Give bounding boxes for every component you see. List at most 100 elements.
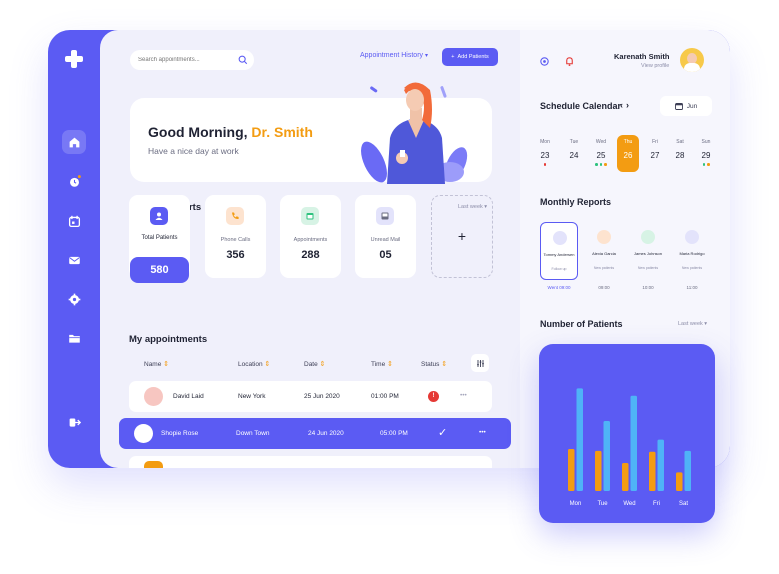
- sort-icon: ⇕: [319, 361, 326, 368]
- user-name: Karenath Smith: [614, 52, 670, 61]
- nav-folder[interactable]: [62, 326, 86, 350]
- nav-logout[interactable]: [62, 410, 86, 434]
- col-header-time[interactable]: Time ⇕: [371, 360, 393, 368]
- my-appointments-title: My appointments: [129, 334, 208, 345]
- card-value: 05: [379, 249, 392, 261]
- calendar-day[interactable]: Sun 29: [696, 139, 716, 166]
- patient-time: Went 09:00: [547, 285, 571, 290]
- doctor-illustration: [361, 82, 468, 184]
- table-row[interactable]: David Laid New York 25 Jun 2020 01:00 PM…: [129, 381, 492, 412]
- calendar-day[interactable]: Fri 27: [645, 139, 665, 166]
- col-header-date[interactable]: Date ⇕: [304, 360, 325, 368]
- chart-bar: [657, 439, 664, 491]
- nav-settings[interactable]: [62, 287, 86, 311]
- day-date: 24: [569, 151, 579, 160]
- chevron-right-icon[interactable]: ›: [626, 100, 632, 110]
- chevron-down-icon: ▾: [424, 53, 428, 59]
- row-date: 25 Jun 2020: [304, 393, 340, 400]
- bell-icon[interactable]: [564, 55, 575, 67]
- header-label: Name: [144, 361, 162, 368]
- table-row-partial[interactable]: [129, 456, 492, 468]
- patient-card[interactable]: James Johnson New patients: [629, 222, 667, 280]
- calendar-day[interactable]: Mon 23: [535, 139, 555, 166]
- header-label: Time: [371, 361, 386, 368]
- card-phone-calls[interactable]: Phone Calls 356: [205, 195, 266, 278]
- greeting-subtitle: Have a nice day at work: [148, 146, 239, 156]
- patient-card[interactable]: Alexia Garcia New patients: [585, 222, 623, 280]
- search-icon[interactable]: [238, 55, 248, 65]
- row-name: David Laid: [173, 393, 204, 400]
- card-total-patients[interactable]: Total Patients 580: [129, 195, 190, 283]
- add-report-card[interactable]: +: [431, 195, 493, 278]
- calendar-day-selected[interactable]: Thu 26: [617, 135, 639, 172]
- more-icon[interactable]: •••: [460, 392, 467, 399]
- gear-icon[interactable]: [539, 56, 550, 67]
- more-icon[interactable]: •••: [479, 429, 486, 436]
- card-value: 356: [226, 249, 245, 261]
- greeting-doctor-name: Dr. Smith: [251, 124, 313, 140]
- col-header-status[interactable]: Status ⇕: [421, 360, 447, 368]
- patient-card[interactable]: Tommy Andersen Follow up: [540, 222, 578, 280]
- chart-bar: [576, 388, 583, 491]
- plus-icon: +: [457, 228, 467, 244]
- appointment-history-label: Appointment History: [360, 52, 424, 59]
- day-name: Mon: [540, 139, 550, 145]
- nav-mail[interactable]: [62, 248, 86, 272]
- search-input[interactable]: [138, 54, 238, 66]
- day-date: 28: [675, 151, 685, 160]
- calendar-icon: [674, 103, 683, 110]
- nav-calendar[interactable]: [62, 209, 86, 233]
- home-icon: [69, 137, 79, 147]
- card-unread-mail[interactable]: Unread Mail 05: [355, 195, 416, 278]
- chart-tick-label: Fri: [653, 501, 660, 507]
- col-header-location[interactable]: Location ⇕: [238, 360, 270, 368]
- patient-time: 09:00: [598, 285, 610, 290]
- day-date: 29: [701, 151, 711, 160]
- avatar: [144, 387, 163, 406]
- avatar: [144, 461, 163, 468]
- avatar[interactable]: [680, 48, 704, 72]
- search-box[interactable]: [130, 50, 254, 70]
- appointment-history-dropdown[interactable]: Appointment History ▾: [360, 52, 428, 59]
- sort-icon: ⇕: [264, 361, 271, 368]
- calendar-day[interactable]: Wed 25: [591, 139, 611, 166]
- chart-bar: [603, 421, 610, 491]
- patient-card[interactable]: Maria Rodrigo New patients: [673, 222, 711, 280]
- add-patients-button[interactable]: + Add Patients: [442, 48, 498, 66]
- col-header-name[interactable]: Name ⇕: [144, 360, 169, 368]
- calendar-day[interactable]: Sat 28: [670, 139, 690, 166]
- patient-status: New patients: [593, 266, 615, 270]
- monthly-reports-title: Monthly Reports: [540, 197, 611, 207]
- month-selector[interactable]: Jun: [660, 96, 712, 116]
- appointment-calendar-icon: [301, 207, 319, 225]
- view-profile-link[interactable]: View profile: [641, 63, 669, 69]
- row-time: 01:00 PM: [371, 393, 399, 400]
- chart-tick-label: Wed: [623, 501, 635, 507]
- patient-status: New patients: [681, 266, 703, 270]
- day-date: 27: [650, 151, 660, 160]
- day-name: Tue: [569, 139, 579, 145]
- chart-bar: [676, 472, 683, 491]
- card-appointments[interactable]: Appointments 288: [280, 195, 341, 278]
- sort-icon: ⇕: [387, 361, 393, 368]
- calendar-nav[interactable]: ‹›: [620, 100, 632, 110]
- row-location: Down Town: [236, 430, 270, 437]
- day-name: Sat: [676, 139, 684, 145]
- nav-home[interactable]: [62, 130, 86, 154]
- logout-icon: [69, 417, 81, 427]
- table-row-selected[interactable]: Shopie Rose Down Town 24 Jun 2020 05:00 …: [119, 418, 511, 449]
- greeting-title: Good Morning, Dr. Smith: [148, 124, 313, 140]
- plus-icon: +: [451, 54, 455, 60]
- day-name: Fri: [652, 139, 658, 145]
- avatar: [134, 424, 153, 443]
- card-label: Phone Calls: [220, 237, 251, 243]
- calendar-day[interactable]: Tue 24: [564, 139, 584, 166]
- day-name: Thu: [623, 139, 633, 145]
- status-alert-icon: !: [428, 391, 439, 402]
- sort-icon: ⇕: [441, 361, 448, 368]
- chart-bar: [568, 449, 575, 491]
- phone-icon: [226, 207, 244, 225]
- nav-alarm[interactable]: [62, 169, 86, 193]
- table-filter-button[interactable]: [471, 354, 489, 372]
- patients-filter-dropdown[interactable]: Last week ▾: [678, 321, 707, 327]
